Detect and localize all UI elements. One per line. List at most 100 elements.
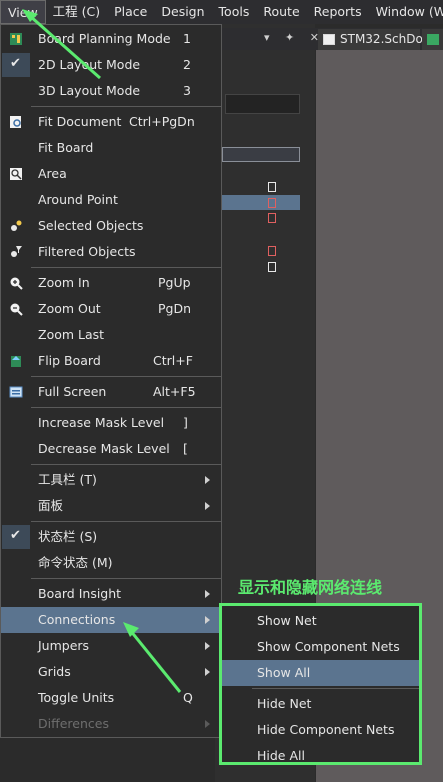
panel-controls[interactable]: ▾ ✦ ✕ — [264, 31, 325, 44]
file-icon — [268, 182, 276, 192]
menu-item-around-point[interactable]: Around Point — [1, 187, 221, 213]
menu-tools[interactable]: Tools — [212, 0, 257, 24]
menu-item-label: Hide Component Nets — [257, 722, 395, 737]
menu-item-shortcut: [ — [183, 441, 188, 456]
flip-board-icon — [11, 356, 21, 367]
menu-item-2d-layout-mode[interactable]: ✔ 2D Layout Mode 2 — [1, 52, 221, 78]
annotation-caption: 显示和隐藏网络连线 — [238, 578, 383, 597]
file-icon — [268, 262, 276, 272]
menu-design[interactable]: Design — [154, 0, 211, 24]
menu-separator — [31, 464, 221, 465]
menu-separator — [31, 521, 221, 522]
menu-item-selected-objects[interactable]: Selected Objects — [1, 213, 221, 239]
menu-item-shortcut: Q — [183, 690, 193, 705]
menu-item-zoom-last[interactable]: Zoom Last — [1, 322, 221, 348]
menu-view[interactable]: View — [0, 0, 46, 24]
menu-item-fit-document[interactable]: Fit Document Ctrl+PgDn — [1, 109, 221, 135]
menu-item-zoom-out[interactable]: Zoom Out PgDn — [1, 296, 221, 322]
panel-search-input[interactable] — [222, 147, 300, 162]
submenu-arrow-icon — [205, 720, 210, 728]
menu-item-label: Flip Board — [38, 353, 101, 368]
menu-item-label: Around Point — [38, 192, 118, 207]
menu-item-label: Zoom Last — [38, 327, 105, 342]
menu-item-label: Show Net — [257, 613, 317, 628]
menu-item-label: Differences — [38, 716, 109, 731]
filtered-objects-icon — [11, 246, 22, 257]
menu-item-filtered-objects[interactable]: Filtered Objects — [1, 239, 221, 265]
connections-submenu: Show Net Show Component Nets Show All Hi… — [219, 603, 422, 765]
menu-item-label: Hide Net — [257, 696, 312, 711]
submenu-item-hide-net[interactable]: Hide Net — [222, 691, 419, 717]
menu-item-status-bar[interactable]: ✔ 状态栏 (S) — [1, 524, 221, 550]
menu-item-label: 面板 — [38, 498, 64, 513]
submenu-arrow-icon — [205, 590, 210, 598]
menu-item-label: 工具栏 (T) — [38, 472, 97, 487]
menu-place[interactable]: Place — [107, 0, 154, 24]
menu-item-toolbars[interactable]: 工具栏 (T) — [1, 467, 221, 493]
menu-item-label: Area — [38, 166, 67, 181]
menu-item-label: Grids — [38, 664, 71, 679]
menu-item-flip-board[interactable]: Flip Board Ctrl+F — [1, 348, 221, 374]
menu-item-label: Board Planning Mode — [38, 31, 171, 46]
zoom-out-icon — [10, 303, 23, 316]
submenu-item-hide-component-nets[interactable]: Hide Component Nets — [222, 717, 419, 743]
checkmark-icon: ✔ — [10, 528, 21, 543]
menu-item-shortcut: Ctrl+F — [153, 353, 193, 368]
menu-separator — [31, 106, 221, 107]
checkmark-icon: ✔ — [10, 56, 21, 71]
file-modified-icon — [268, 213, 276, 223]
menu-item-fit-board[interactable]: Fit Board — [1, 135, 221, 161]
menu-item-shortcut: 1 — [183, 31, 191, 46]
menu-project[interactable]: 工程 (C) — [46, 0, 107, 24]
submenu-item-show-component-nets[interactable]: Show Component Nets — [222, 634, 419, 660]
menu-item-decrease-mask-level[interactable]: Decrease Mask Level [ — [1, 436, 221, 462]
menu-item-board-insight[interactable]: Board Insight — [1, 581, 221, 607]
menu-item-panels[interactable]: 面板 — [1, 493, 221, 519]
board-planning-icon — [10, 33, 22, 45]
menubar: View 工程 (C) Place Design Tools Route Rep… — [0, 0, 443, 24]
menu-item-full-screen[interactable]: Full Screen Alt+F5 — [1, 379, 221, 405]
tab-stm32-schdoc[interactable]: STM32.SchDoc — [318, 29, 429, 50]
menu-item-3d-layout-mode[interactable]: 3D Layout Mode 3 — [1, 78, 221, 104]
full-screen-icon — [9, 386, 23, 398]
menu-item-label: 命令状态 (M) — [38, 555, 113, 570]
menu-item-label: Show All — [257, 665, 311, 680]
menu-item-label: Fit Board — [38, 140, 94, 155]
selected-objects-icon — [11, 220, 22, 231]
menu-item-label: Full Screen — [38, 384, 107, 399]
menu-item-grids[interactable]: Grids — [1, 659, 221, 685]
menu-item-label: Zoom Out — [38, 301, 101, 316]
menu-item-command-status[interactable]: 命令状态 (M) — [1, 550, 221, 576]
menu-item-jumpers[interactable]: Jumpers — [1, 633, 221, 659]
menu-separator — [31, 267, 221, 268]
fit-document-icon — [10, 116, 21, 128]
menu-item-label: Toggle Units — [38, 690, 115, 705]
menu-item-shortcut: PgDn — [158, 301, 192, 316]
menu-item-label: Filtered Objects — [38, 244, 136, 259]
submenu-item-hide-all[interactable]: Hide All — [222, 743, 419, 769]
tab-pcb[interactable] — [422, 29, 443, 50]
zoom-in-icon — [10, 277, 23, 290]
zoom-area-icon — [10, 168, 22, 180]
menu-route[interactable]: Route — [256, 0, 306, 24]
submenu-arrow-icon — [205, 616, 210, 624]
menu-item-connections[interactable]: Connections — [1, 607, 221, 633]
menu-item-shortcut: 3 — [183, 83, 191, 98]
menu-item-shortcut: PgUp — [158, 275, 191, 290]
panel-dropdown[interactable] — [225, 94, 300, 114]
menu-item-zoom-in[interactable]: Zoom In PgUp — [1, 270, 221, 296]
menu-item-label: 2D Layout Mode — [38, 57, 141, 72]
menu-item-increase-mask-level[interactable]: Increase Mask Level ] — [1, 410, 221, 436]
file-modified-icon — [268, 246, 276, 256]
menu-item-label: Jumpers — [38, 638, 90, 653]
menu-item-board-planning-mode[interactable]: Board Planning Mode 1 — [1, 26, 221, 52]
submenu-item-show-all[interactable]: Show All — [222, 660, 419, 686]
panel-selected-row[interactable] — [222, 195, 300, 210]
menu-window[interactable]: Window (W) — [369, 0, 443, 24]
submenu-item-show-net[interactable]: Show Net — [222, 608, 419, 634]
menu-item-label: Increase Mask Level — [38, 415, 165, 430]
menu-reports[interactable]: Reports — [307, 0, 369, 24]
menu-item-area[interactable]: Area — [1, 161, 221, 187]
menu-item-label: 状态栏 (S) — [38, 529, 98, 544]
menu-item-toggle-units[interactable]: Toggle Units Q — [1, 685, 221, 711]
